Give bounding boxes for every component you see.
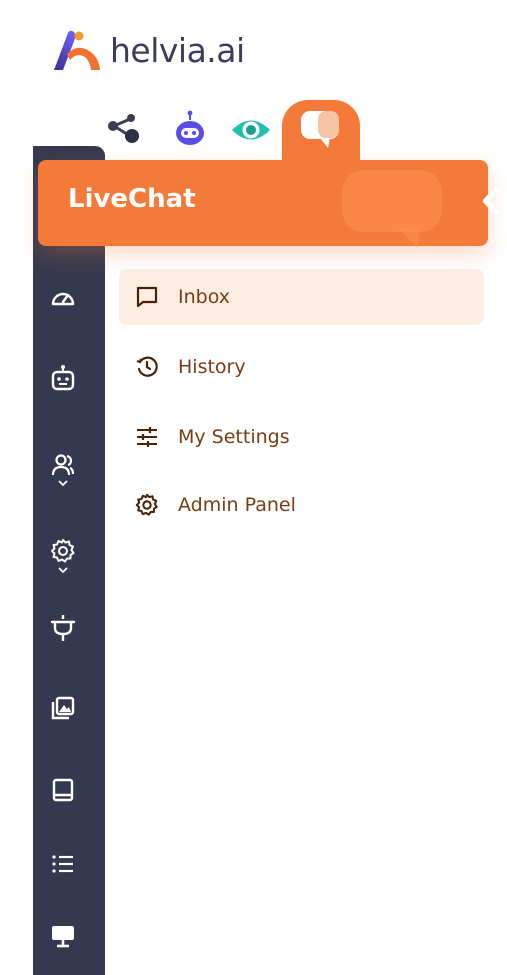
menu-item-my-settings[interactable]: My Settings (119, 409, 484, 465)
menu-item-inbox[interactable]: Inbox (119, 269, 484, 325)
header-title: LiveChat (68, 184, 196, 214)
livechat-header: LiveChat (38, 160, 488, 248)
rail-users-button[interactable] (33, 444, 93, 496)
collapse-panel-button[interactable] (481, 186, 503, 216)
robot-icon (176, 110, 204, 145)
menu-item-label: Admin Panel (178, 494, 296, 516)
menu-item-label: Inbox (178, 286, 230, 308)
rail-media-button[interactable] (33, 688, 93, 728)
menu-item-admin-panel[interactable]: Admin Panel (119, 477, 484, 533)
rail-bots-button[interactable] (33, 358, 93, 398)
rail-dashboard-button[interactable] (33, 278, 93, 318)
rail-list-button[interactable] (33, 844, 93, 884)
rail-settings-button[interactable] (33, 530, 93, 582)
chat-bubble-icon (301, 111, 339, 148)
users-icon (51, 454, 75, 476)
helvia-logo[interactable]: helvia.ai (50, 26, 245, 74)
rail-knowledge-button[interactable] (33, 770, 93, 810)
history-icon (134, 354, 160, 380)
rail-monitor-button[interactable] (33, 916, 93, 956)
helvia-logo-mark-icon (54, 30, 100, 70)
chevron-down-icon (58, 480, 68, 487)
menu-item-history[interactable]: History (119, 339, 484, 395)
plug-icon (50, 615, 76, 641)
rail-integrations-button[interactable] (33, 608, 93, 648)
robot-icon (51, 365, 75, 391)
message-square-icon (134, 284, 160, 310)
eye-icon (232, 120, 270, 140)
product-bot-button[interactable] (170, 106, 210, 150)
menu-item-label: My Settings (178, 426, 290, 448)
gear-icon (51, 539, 75, 563)
graph-nodes-icon (108, 114, 139, 143)
menu-item-label: History (178, 356, 246, 378)
book-icon (52, 778, 74, 802)
app-page: helvia.ai LiveChat Inbox History My Sett… (0, 0, 507, 975)
chevron-left-icon (483, 187, 500, 215)
product-livechat-button[interactable] (288, 104, 352, 154)
gauge-icon (51, 292, 75, 306)
monitor-icon (52, 926, 74, 948)
list-icon (52, 855, 73, 873)
product-vision-button[interactable] (228, 110, 274, 150)
logo-text: helvia.ai (110, 30, 245, 70)
gear-icon (134, 492, 160, 518)
sliders-icon (134, 424, 160, 450)
image-gallery-icon (51, 696, 75, 720)
chevron-down-icon (58, 567, 68, 574)
product-graph-button[interactable] (104, 108, 144, 148)
chat-bubble-watermark-icon (342, 170, 442, 248)
